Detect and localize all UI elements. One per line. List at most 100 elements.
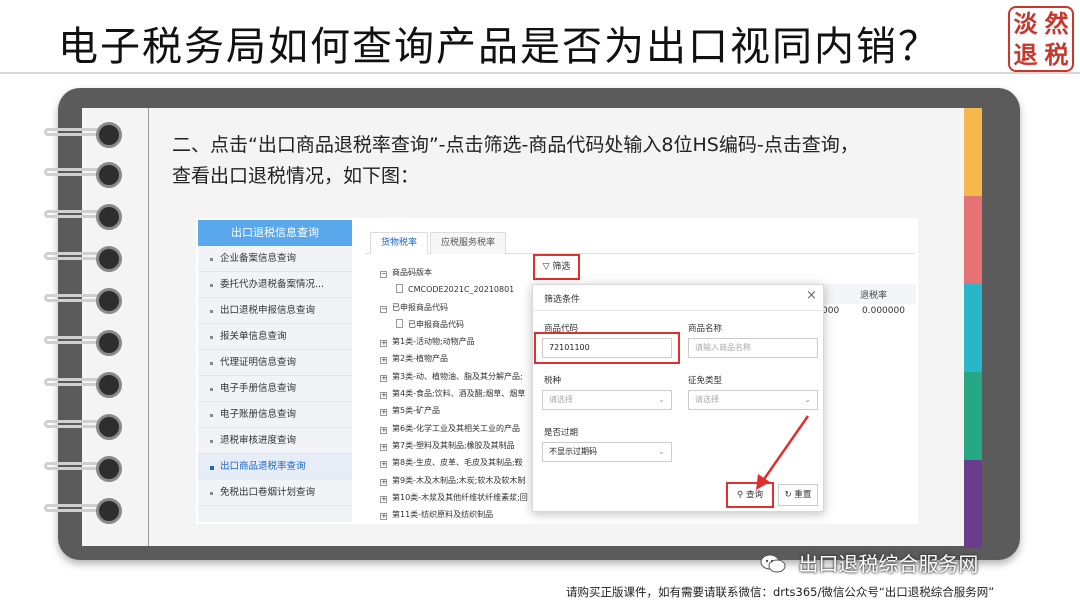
footer-notice: 请购买正版课件，如有需要请联系微信：drts365/微信公众号“出口退税综合服务… bbox=[566, 585, 995, 599]
tree-node[interactable]: + 第3类-动、植物油、脂及其分解产品; bbox=[380, 368, 530, 385]
chevron-down-icon: ⌄ bbox=[658, 395, 665, 404]
spiral-ring bbox=[44, 372, 124, 398]
bullet-icon bbox=[210, 284, 213, 287]
tree-node-label: 第9类-木及木制品;木炭;软木及软木制 bbox=[392, 475, 526, 485]
tree-node-label: CMCODE2021C_20210801 bbox=[408, 285, 515, 295]
tree-node-label: 第5类-矿产品 bbox=[392, 406, 440, 416]
title-divider bbox=[0, 72, 1080, 74]
page-margin-line bbox=[148, 108, 149, 546]
tree-node-label: 第11类-纺织原料及纺织制品 bbox=[392, 510, 494, 520]
tree-node-label: 第10类-木浆及其他纤维状纤维素浆;回 bbox=[392, 492, 528, 502]
tree-node[interactable]: + 第2类-植物产品 bbox=[380, 350, 530, 367]
bullet-icon bbox=[210, 258, 213, 261]
bullet-icon bbox=[210, 336, 213, 339]
tax-type-select[interactable]: 请选择 ⌄ bbox=[542, 390, 672, 410]
brand-seal-logo: 淡 然 退 税 bbox=[1008, 6, 1074, 72]
sidebar-item[interactable]: 免税出口卷烟计划查询 bbox=[198, 480, 352, 506]
tab-bar: 货物税率 应税服务税率 bbox=[366, 230, 914, 254]
bullet-icon bbox=[210, 388, 213, 391]
bullet-icon bbox=[210, 362, 213, 365]
seal-char: 淡 bbox=[1013, 9, 1038, 38]
collapse-icon[interactable]: − bbox=[380, 271, 387, 278]
levy-type-placeholder: 请选择 bbox=[695, 395, 719, 404]
sidebar-item-label: 委托代办退税备案情况... bbox=[220, 279, 325, 290]
tree-node-label: 第8类-生皮、皮革、毛皮及其制品;鞍 bbox=[392, 458, 523, 468]
file-icon[interactable] bbox=[396, 318, 403, 328]
dialog-title: 筛选条件 bbox=[544, 295, 581, 305]
sidebar-item[interactable]: 出口退税申报信息查询 bbox=[198, 298, 352, 324]
file-icon[interactable] bbox=[396, 284, 403, 294]
levy-type-select[interactable]: 请选择 ⌄ bbox=[688, 390, 818, 410]
tree-node[interactable]: + 第5类-矿产品 bbox=[380, 402, 530, 419]
expand-icon[interactable]: + bbox=[380, 443, 387, 451]
expand-icon[interactable]: + bbox=[380, 478, 387, 486]
expand-icon[interactable]: + bbox=[380, 374, 387, 382]
tree-node[interactable]: + 第9类-木及木制品;木炭;软木及软木制 bbox=[380, 472, 530, 489]
wechat-watermark: 出口退税综合服务网 bbox=[760, 548, 978, 577]
tree-node-label: 已申报商品代码 bbox=[408, 319, 464, 329]
bullet-icon bbox=[210, 440, 213, 443]
table-cell: 000 bbox=[822, 306, 840, 316]
tax-type-label: 税种 bbox=[544, 376, 562, 386]
name-label: 商品名称 bbox=[688, 324, 723, 334]
tree-node[interactable]: + 第6类-化学工业及其相关工业的产品 bbox=[380, 420, 530, 437]
color-tab bbox=[964, 460, 982, 548]
tree-node[interactable]: + 第1类-活动物;动物产品 bbox=[380, 333, 530, 350]
close-icon[interactable]: × bbox=[806, 288, 817, 303]
sidebar-item[interactable]: 报关单信息查询 bbox=[198, 324, 352, 350]
tree-node[interactable]: − 已申报商品代码 bbox=[380, 299, 530, 316]
commodity-code-input[interactable]: 72101100 bbox=[542, 338, 672, 358]
expired-select[interactable]: 不显示过期码 ⌄ bbox=[542, 442, 672, 462]
sidebar-item[interactable]: 出口商品退税率查询 bbox=[198, 454, 352, 480]
spiral-ring bbox=[44, 246, 124, 272]
expand-icon[interactable]: + bbox=[380, 340, 387, 348]
slide-title: 电子税务局如何查询产品是否为出口视同内销？ bbox=[58, 24, 940, 70]
sidebar-item-label: 企业备案信息查询 bbox=[220, 253, 297, 264]
commodity-name-input[interactable]: 请输入商品名称 bbox=[688, 338, 818, 358]
tree-node[interactable]: + 第10类-木浆及其他纤维状纤维素浆;回 bbox=[380, 489, 530, 506]
expand-icon[interactable]: + bbox=[380, 513, 387, 521]
expand-icon[interactable]: + bbox=[380, 357, 387, 365]
instruction-text: 二、点击“出口商品退税率查询”-点击筛选-商品代码处输入8位HS编码-点击查询，… bbox=[172, 130, 952, 192]
filter-button[interactable]: ▽ 筛选 bbox=[533, 254, 580, 280]
tree-node[interactable]: − 商品码版本 bbox=[380, 264, 530, 281]
expand-icon[interactable]: + bbox=[380, 426, 387, 434]
seal-char: 然 bbox=[1044, 9, 1069, 38]
spiral-ring bbox=[44, 456, 124, 482]
expand-icon[interactable]: + bbox=[380, 409, 387, 417]
tab-goods-rate[interactable]: 货物税率 bbox=[370, 232, 429, 254]
expand-icon[interactable]: + bbox=[380, 495, 387, 503]
seal-char: 税 bbox=[1044, 40, 1069, 69]
wechat-icon bbox=[760, 554, 786, 573]
sidebar-item[interactable]: 退税审核进度查询 bbox=[198, 428, 352, 454]
expand-icon[interactable]: + bbox=[380, 392, 387, 400]
tab-service-rate[interactable]: 应税服务税率 bbox=[430, 232, 507, 254]
tree-node[interactable]: + 第8类-生皮、皮革、毛皮及其制品;鞍 bbox=[380, 454, 530, 471]
sidebar-item[interactable]: 代理证明信息查询 bbox=[198, 350, 352, 376]
sidebar-item[interactable]: 企业备案信息查询 bbox=[198, 246, 352, 272]
levy-type-label: 征免类型 bbox=[688, 376, 723, 386]
color-tab bbox=[964, 372, 982, 460]
sidebar-item[interactable]: 电子手册信息查询 bbox=[198, 376, 352, 402]
tree-node-label: 商品码版本 bbox=[392, 268, 432, 277]
tree-node-label: 第1类-活动物;动物产品 bbox=[392, 337, 475, 347]
tree-node[interactable]: 已申报商品代码 bbox=[380, 316, 530, 333]
sidebar-item-label: 出口退税申报信息查询 bbox=[220, 305, 316, 316]
spiral-ring bbox=[44, 162, 124, 188]
collapse-icon[interactable]: − bbox=[380, 305, 387, 313]
tree-node[interactable]: + 第11类-纺织原料及纺织制品 bbox=[380, 506, 530, 523]
color-tab bbox=[964, 108, 982, 196]
sidebar-item[interactable]: 委托代办退税备案情况... bbox=[198, 272, 352, 298]
tree-node-label: 第7类-塑料及其制品;橡胶及其制品 bbox=[392, 440, 515, 450]
sidebar-item[interactable]: 电子账册信息查询 bbox=[198, 402, 352, 428]
tree-node-label: 第6类-化学工业及其相关工业的产品 bbox=[392, 423, 520, 433]
expand-icon[interactable]: + bbox=[380, 461, 387, 469]
tax-type-placeholder: 请选择 bbox=[549, 395, 573, 404]
tree-node[interactable]: CMCODE2021C_20210801 bbox=[380, 281, 530, 298]
spiral-ring bbox=[44, 288, 124, 314]
bullet-icon bbox=[210, 492, 213, 495]
tree-node[interactable]: + 第4类-食品;饮料、酒及醋;烟草、烟草 bbox=[380, 385, 530, 402]
sidebar-header[interactable]: 出口退税信息查询 bbox=[198, 220, 352, 246]
tree-node[interactable]: + 第7类-塑料及其制品;橡胶及其制品 bbox=[380, 437, 530, 454]
bullet-icon bbox=[210, 414, 213, 417]
